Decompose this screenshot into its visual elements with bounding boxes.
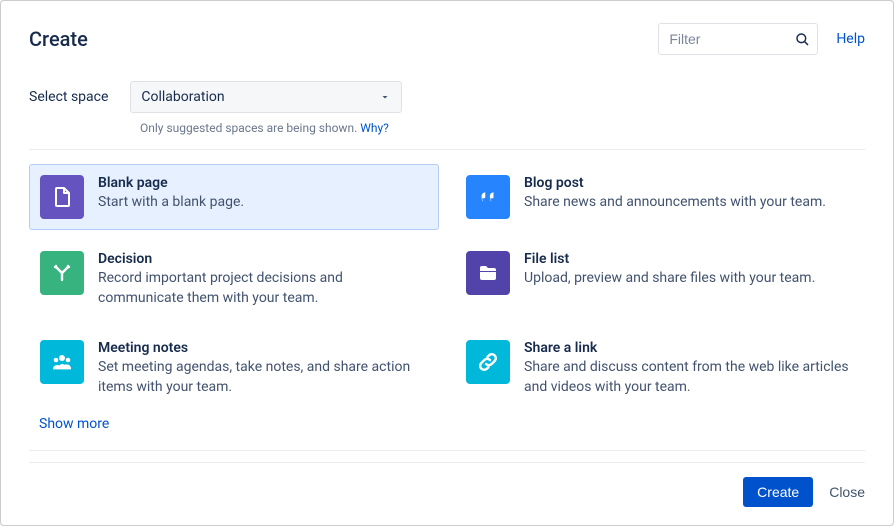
template-desc: Start with a blank page. — [98, 193, 428, 213]
space-row: Select space Collaboration — [1, 67, 893, 113]
template-file-list[interactable]: File list Upload, preview and share file… — [455, 240, 865, 319]
space-hint-text: Only suggested spaces are being shown. — [140, 121, 360, 135]
template-desc: Record important project decisions and c… — [98, 269, 428, 308]
folder-icon — [466, 251, 510, 295]
template-text: Blank page Start with a blank page. — [98, 175, 428, 213]
help-link[interactable]: Help — [836, 31, 865, 47]
people-icon — [40, 340, 84, 384]
template-title: Share a link — [524, 340, 854, 356]
dialog-title: Create — [29, 27, 658, 51]
template-title: Meeting notes — [98, 340, 428, 356]
close-button[interactable]: Close — [829, 484, 865, 500]
template-decision[interactable]: Decision Record important project decisi… — [29, 240, 439, 319]
create-dialog: Create Help Select space Collaboration O… — [0, 0, 894, 526]
template-text: Decision Record important project decisi… — [98, 251, 428, 308]
quote-icon — [466, 175, 510, 219]
template-desc: Upload, preview and share files with you… — [524, 269, 854, 289]
space-select[interactable]: Collaboration — [130, 81, 402, 113]
template-text: Meeting notes Set meeting agendas, take … — [98, 340, 428, 397]
template-meeting-notes[interactable]: Meeting notes Set meeting agendas, take … — [29, 329, 439, 408]
template-title: Blog post — [524, 175, 854, 191]
show-more-link[interactable]: Show more — [1, 408, 893, 450]
create-button[interactable]: Create — [743, 477, 813, 507]
template-text: Blog post Share news and announcements w… — [524, 175, 854, 213]
template-title: Blank page — [98, 175, 428, 191]
template-share-a-link[interactable]: Share a link Share and discuss content f… — [455, 329, 865, 408]
template-desc: Share news and announcements with your t… — [524, 193, 854, 213]
space-hint: Only suggested spaces are being shown. W… — [1, 113, 893, 149]
divider — [29, 450, 865, 451]
dialog-footer: Create Close — [29, 462, 865, 525]
chevron-down-icon — [379, 91, 391, 103]
template-desc: Set meeting agendas, take notes, and sha… — [98, 358, 428, 397]
template-blank-page[interactable]: Blank page Start with a blank page. — [29, 164, 439, 230]
template-grid: Blank page Start with a blank page. Blog… — [1, 150, 893, 408]
template-text: File list Upload, preview and share file… — [524, 251, 854, 289]
space-hint-why-link[interactable]: Why? — [360, 121, 389, 135]
template-desc: Share and discuss content from the web l… — [524, 358, 854, 397]
template-text: Share a link Share and discuss content f… — [524, 340, 854, 397]
link-icon — [466, 340, 510, 384]
filter-input[interactable] — [658, 23, 818, 55]
template-title: Decision — [98, 251, 428, 267]
file-icon — [40, 175, 84, 219]
dialog-header: Create Help — [1, 1, 893, 67]
select-space-label: Select space — [29, 89, 108, 105]
filter-wrap — [658, 23, 818, 55]
template-blog-post[interactable]: Blog post Share news and announcements w… — [455, 164, 865, 230]
branch-icon — [40, 251, 84, 295]
template-title: File list — [524, 251, 854, 267]
space-select-value: Collaboration — [141, 89, 224, 105]
